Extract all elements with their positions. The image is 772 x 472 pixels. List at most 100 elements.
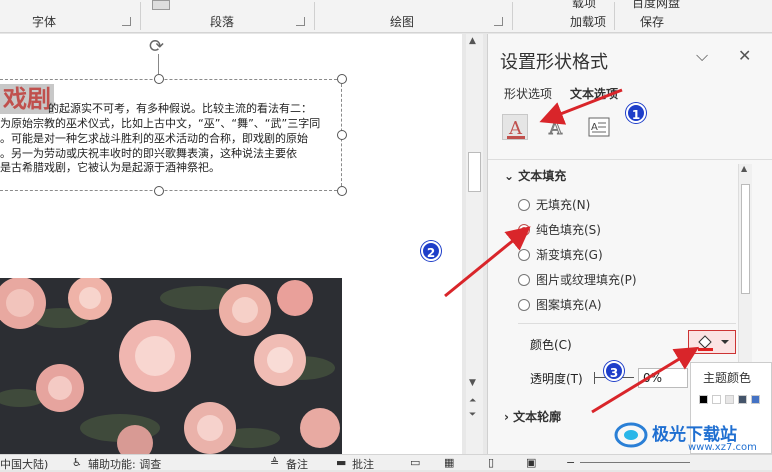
text-outline-header[interactable]: › 文本轮廓 bbox=[504, 408, 561, 425]
fill-option-none[interactable]: 无填充(N) bbox=[518, 196, 590, 214]
resize-handle-top-right[interactable] bbox=[337, 74, 347, 84]
swatch-white[interactable] bbox=[712, 395, 721, 404]
fill-option-picture-label: 图片或纹理填充(P) bbox=[536, 273, 637, 287]
tab-text-options[interactable]: 文本选项 bbox=[570, 85, 618, 102]
zoom-out-icon[interactable]: − bbox=[566, 456, 575, 469]
rose-photo-graphic bbox=[0, 278, 342, 454]
text-fill-header[interactable]: ⌄ 文本填充 bbox=[504, 167, 566, 184]
text-fill-icon: A bbox=[507, 118, 525, 139]
document-scroll-thumb[interactable] bbox=[468, 152, 481, 192]
slideshow-icon[interactable]: ▣ bbox=[526, 456, 536, 469]
ribbon-group-paragraph: 段落 bbox=[210, 15, 235, 29]
tab-shape-options[interactable]: 形状选项 bbox=[504, 85, 552, 102]
ribbon-baidu-top: 百度网盘 bbox=[632, 0, 681, 10]
reading-view-icon[interactable]: ▯ bbox=[488, 456, 494, 469]
ribbon-addins-top: 载项 bbox=[572, 0, 597, 10]
text-title-word: 戏剧 bbox=[0, 84, 54, 114]
fill-option-solid[interactable]: 纯色填充(S) bbox=[518, 221, 601, 239]
svg-text:A: A bbox=[508, 118, 523, 139]
scroll-down-icon[interactable]: ▼ bbox=[469, 378, 476, 388]
prev-page-icon[interactable]: ⏶ bbox=[469, 396, 476, 406]
paint-bucket-icon bbox=[698, 335, 729, 351]
document-area: ⟳ 戏剧 的起源实不可考，有多种假说。比较主流的看法有二： 为原始宗教的巫术仪式… bbox=[0, 34, 487, 454]
color-label: 颜色(C) bbox=[530, 338, 572, 352]
slide-sorter-icon[interactable]: ▦ bbox=[444, 456, 454, 469]
color-picker-button[interactable] bbox=[688, 330, 736, 354]
scroll-up-icon[interactable]: ▲ bbox=[469, 36, 476, 46]
ribbon-group-addins[interactable]: 加载项 bbox=[570, 13, 606, 30]
theme-colors-title: 主题颜色 bbox=[703, 371, 752, 385]
paragraph-dialog-launcher[interactable] bbox=[296, 17, 305, 26]
doc-line-5: 是古希腊戏剧，它被认为是起源于酒神祭祀。 bbox=[0, 161, 220, 174]
swatch-light-gray[interactable] bbox=[725, 395, 734, 404]
swatch-black[interactable] bbox=[699, 395, 708, 404]
radio-none[interactable] bbox=[518, 199, 530, 211]
panel-title: 设置形状格式 bbox=[500, 52, 608, 73]
fill-option-picture[interactable]: 图片或纹理填充(P) bbox=[518, 271, 637, 289]
ribbon-separator bbox=[512, 2, 513, 30]
panel-close-icon[interactable]: ✕ bbox=[738, 46, 751, 65]
step-badge-3: 3 bbox=[604, 361, 624, 381]
ribbon: 字体 段落 绘图 载项 加载项 百度网盘 保存 bbox=[0, 0, 772, 33]
collapse-chevron-icon: ⌄ bbox=[504, 169, 515, 183]
next-page-icon[interactable]: ⏷ bbox=[469, 410, 476, 420]
radio-solid[interactable] bbox=[518, 224, 530, 236]
step-badge-2: 2 bbox=[421, 241, 441, 261]
drawing-dialog-launcher[interactable] bbox=[494, 17, 503, 26]
transparency-slider-track[interactable] bbox=[594, 372, 595, 384]
align-left-button[interactable] bbox=[152, 0, 170, 10]
doc-line-2: 为原始宗教的巫术仪式，比如上古中文，“巫”、“舞”、“武”三字同 bbox=[0, 117, 340, 132]
svg-text:A: A bbox=[548, 118, 563, 139]
slide-canvas[interactable]: ⟳ 戏剧 的起源实不可考，有多种假说。比较主流的看法有二： 为原始宗教的巫术仪式… bbox=[0, 34, 462, 454]
swatch-slate[interactable] bbox=[738, 395, 747, 404]
notes-icon: ≜ bbox=[270, 456, 280, 469]
textbox-layout-button[interactable]: A bbox=[586, 114, 612, 140]
fill-option-gradient[interactable]: 渐变填充(G) bbox=[518, 246, 603, 264]
radio-pattern[interactable] bbox=[518, 299, 530, 311]
radio-gradient[interactable] bbox=[518, 249, 530, 261]
doc-line-1: 的起源实不可考，有多种假说。比较主流的看法有二： bbox=[48, 102, 312, 115]
resize-handle-top[interactable] bbox=[154, 74, 164, 84]
fill-option-none-label: 无填充(N) bbox=[536, 198, 591, 212]
ribbon-group-font: 字体 bbox=[32, 15, 57, 29]
svg-text:A: A bbox=[591, 122, 598, 133]
radio-picture[interactable] bbox=[518, 274, 530, 286]
fill-option-gradient-label: 渐变填充(G) bbox=[536, 248, 603, 262]
transparency-label: 透明度(T) bbox=[530, 372, 583, 386]
text-fill-outline-button[interactable]: A bbox=[502, 114, 528, 140]
fill-option-pattern[interactable]: 图案填充(A) bbox=[518, 296, 602, 314]
divider bbox=[518, 323, 736, 324]
rotate-handle-icon[interactable]: ⟳ bbox=[149, 36, 164, 57]
rotate-stem bbox=[158, 54, 159, 74]
doc-line-3: 。可能是对一种乞求战斗胜利的巫术活动的合称，即戏剧的原始 bbox=[0, 132, 308, 145]
font-dialog-launcher[interactable] bbox=[122, 17, 131, 26]
panel-options-icon[interactable]: ⌵ bbox=[696, 46, 708, 66]
doc-line-4: 。另一为劳动或庆祝丰收时的即兴歌舞表演，这种说法主要依 bbox=[0, 147, 297, 160]
panel-scroll-thumb[interactable] bbox=[741, 184, 750, 294]
text-effects-icon: A bbox=[548, 118, 564, 140]
fill-option-pattern-label: 图案填充(A) bbox=[536, 298, 602, 312]
watermark-logo-icon bbox=[614, 422, 648, 448]
resize-handle-bottom[interactable] bbox=[154, 186, 164, 196]
transparency-input[interactable]: 0% bbox=[638, 368, 688, 388]
document-scrollbar[interactable]: ▲ ▼ ⏶ ⏷ bbox=[466, 34, 483, 454]
ribbon-separator bbox=[614, 2, 615, 30]
text-effects-button[interactable]: A bbox=[544, 114, 570, 140]
site-watermark: 极光下载站 www.xz7.com bbox=[614, 418, 772, 454]
expand-chevron-icon: › bbox=[504, 410, 509, 424]
ribbon-separator bbox=[314, 2, 315, 30]
zoom-slider[interactable] bbox=[580, 462, 690, 463]
text-fill-section: ⌄ 文本填充 bbox=[488, 159, 772, 183]
fill-option-solid-label: 纯色填充(S) bbox=[536, 223, 601, 237]
swatch-blue[interactable] bbox=[751, 395, 760, 404]
step-badge-1: 1 bbox=[626, 103, 646, 123]
ribbon-group-save[interactable]: 保存 bbox=[640, 13, 664, 30]
resize-handle-bottom-right[interactable] bbox=[337, 186, 347, 196]
normal-view-icon[interactable]: ▭ bbox=[410, 456, 420, 469]
comments-icon: ▬ bbox=[336, 456, 347, 469]
status-bar: 中国大陆) ♿ 辅助功能: 调查 ≜ 备注 ▬ 批注 ▭ ▦ ▯ ▣ − bbox=[0, 454, 772, 471]
rose-photo[interactable] bbox=[0, 278, 342, 454]
accessibility-icon: ♿ bbox=[72, 456, 82, 469]
panel-scroll-up-icon[interactable]: ▲ bbox=[741, 164, 747, 173]
textbox-layout-icon: A bbox=[588, 117, 610, 137]
